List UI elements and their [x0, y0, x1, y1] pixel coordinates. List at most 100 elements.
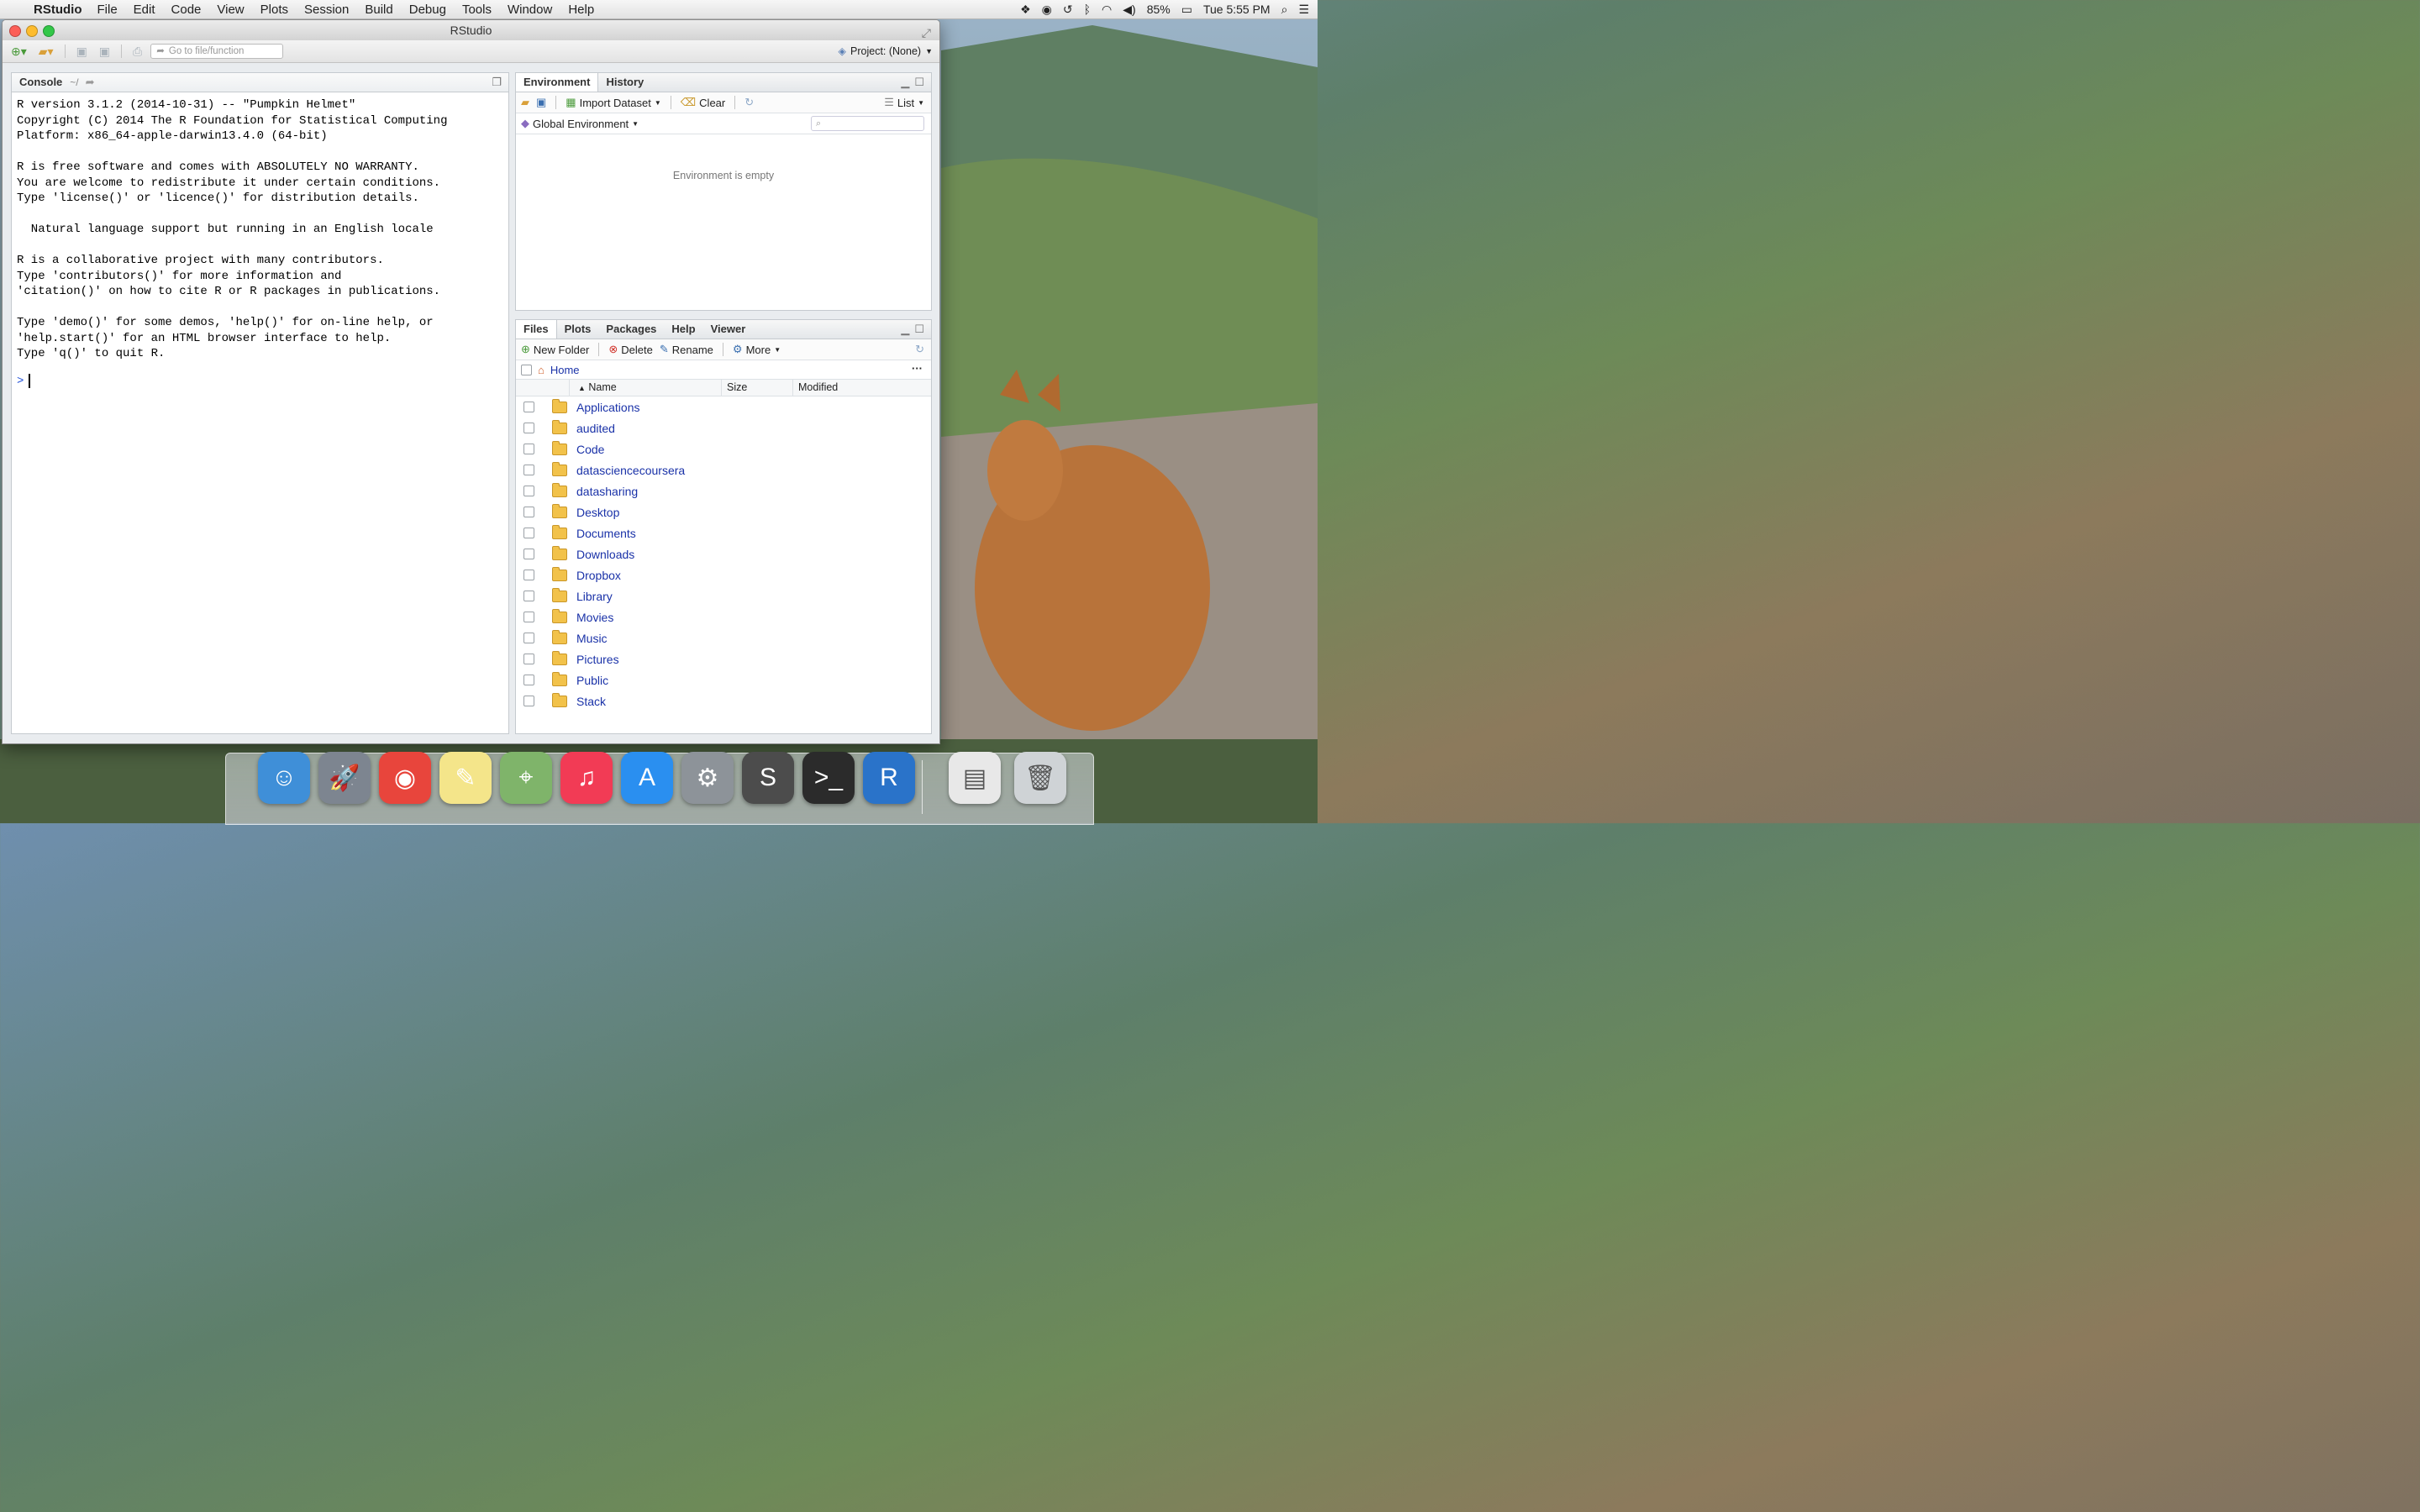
menu-view[interactable]: View: [217, 3, 244, 17]
load-workspace-icon[interactable]: ▰: [521, 96, 529, 109]
list-item[interactable]: Code: [516, 438, 931, 459]
row-checkbox[interactable]: [523, 486, 534, 496]
menubar-clock[interactable]: Tue 5:55 PM: [1203, 3, 1270, 16]
clear-button[interactable]: ⌫ Clear: [681, 96, 725, 109]
list-item[interactable]: datasharing: [516, 480, 931, 501]
downloads-stack-icon[interactable]: ▤: [949, 752, 1001, 804]
goto-directory-icon[interactable]: ➦: [86, 76, 95, 89]
view-mode-dropdown[interactable]: ☰ List ▼: [884, 96, 924, 109]
list-item[interactable]: Downloads: [516, 543, 931, 564]
volume-icon[interactable]: ◀): [1123, 3, 1135, 17]
go-to-file-input[interactable]: ➦ Go to file/function: [150, 44, 284, 59]
minimize-pane-icon[interactable]: ▁: [901, 323, 909, 336]
list-item[interactable]: Music: [516, 627, 931, 648]
zoom-window-button[interactable]: [43, 25, 55, 37]
row-checkbox[interactable]: [523, 633, 534, 643]
row-checkbox[interactable]: [523, 507, 534, 517]
new-folder-button[interactable]: ⊕ New Folder: [521, 343, 589, 356]
menu-code[interactable]: Code: [171, 3, 202, 17]
itunes-icon[interactable]: ♫: [560, 752, 613, 804]
name-column-header[interactable]: ▲ Name: [570, 380, 722, 396]
row-checkbox[interactable]: [523, 423, 534, 433]
refresh-icon[interactable]: ↻: [915, 343, 924, 356]
rename-button[interactable]: ✎ Rename: [660, 343, 713, 356]
close-window-button[interactable]: [9, 25, 21, 37]
maximize-pane-icon[interactable]: ☐: [914, 323, 924, 336]
menu-window[interactable]: Window: [508, 3, 552, 17]
home-icon[interactable]: ⌂: [538, 364, 544, 376]
tab-viewer[interactable]: Viewer: [703, 320, 754, 339]
menu-help[interactable]: Help: [568, 3, 594, 17]
file-name[interactable]: Applications: [576, 401, 640, 414]
maximize-pane-icon[interactable]: ☐: [914, 76, 924, 89]
project-menu[interactable]: ◈ Project: (None) ▼: [838, 45, 933, 58]
file-name[interactable]: Desktop: [576, 506, 619, 519]
file-name[interactable]: Library: [576, 590, 613, 603]
list-item[interactable]: Pictures: [516, 648, 931, 669]
list-item[interactable]: datasciencecoursera: [516, 459, 931, 480]
menu-file[interactable]: File: [97, 3, 118, 17]
tab-environment[interactable]: Environment: [516, 73, 599, 92]
file-name[interactable]: audited: [576, 422, 615, 435]
modified-column-header[interactable]: Modified: [793, 380, 838, 396]
time-machine-icon[interactable]: ↺: [1063, 3, 1073, 17]
system-preferences-icon[interactable]: ⚙: [681, 752, 734, 804]
save-workspace-icon[interactable]: ▣: [536, 96, 546, 109]
minimize-pane-icon[interactable]: ▁: [901, 76, 909, 89]
maximize-pane-icon[interactable]: ❐: [492, 76, 502, 89]
list-item[interactable]: Desktop: [516, 501, 931, 522]
tab-history[interactable]: History: [598, 73, 651, 92]
bluetooth-icon[interactable]: ᛒ: [1084, 3, 1091, 16]
tab-files[interactable]: Files: [516, 320, 557, 339]
save-icon[interactable]: ▣: [73, 45, 91, 59]
file-name[interactable]: Music: [576, 632, 608, 645]
row-checkbox[interactable]: [523, 549, 534, 559]
launchpad-icon[interactable]: 🚀: [318, 752, 371, 804]
row-checkbox[interactable]: [523, 612, 534, 622]
menu-edit[interactable]: Edit: [134, 3, 155, 17]
file-name[interactable]: Stack: [576, 695, 606, 708]
list-item[interactable]: Public: [516, 669, 931, 690]
battery-percent[interactable]: 85%: [1147, 3, 1171, 16]
terminal-icon[interactable]: >_: [802, 752, 855, 804]
menu-session[interactable]: Session: [304, 3, 349, 17]
sublime-text-icon[interactable]: S: [742, 752, 794, 804]
wifi-icon[interactable]: ◠: [1102, 3, 1112, 17]
spotlight-search-icon[interactable]: ⌕: [1281, 3, 1288, 17]
file-name[interactable]: Downloads: [576, 548, 634, 561]
app-menu[interactable]: RStudio: [34, 3, 82, 17]
size-column-header[interactable]: Size: [722, 380, 793, 396]
battery-icon[interactable]: ▭: [1181, 3, 1192, 17]
file-name[interactable]: Public: [576, 674, 608, 687]
file-name[interactable]: datasciencecoursera: [576, 464, 685, 477]
list-item[interactable]: audited: [516, 417, 931, 438]
list-item[interactable]: Dropbox: [516, 564, 931, 585]
file-name[interactable]: Code: [576, 443, 604, 456]
dropbox-icon[interactable]: ❖: [1020, 3, 1031, 17]
new-file-icon[interactable]: ⊕▾: [8, 45, 30, 59]
app-store-icon[interactable]: A: [621, 752, 673, 804]
chrome-icon[interactable]: ◉: [379, 752, 431, 804]
tab-packages[interactable]: Packages: [598, 320, 664, 339]
minimize-window-button[interactable]: [26, 25, 38, 37]
row-checkbox[interactable]: [523, 528, 534, 538]
refresh-icon[interactable]: ↻: [744, 96, 754, 109]
more-options-icon[interactable]: ···: [912, 362, 923, 375]
select-all-checkbox[interactable]: [521, 364, 532, 375]
window-titlebar[interactable]: RStudio ⤢: [3, 20, 939, 40]
file-name[interactable]: Dropbox: [576, 569, 621, 582]
file-name[interactable]: datasharing: [576, 485, 638, 498]
row-checkbox[interactable]: [523, 591, 534, 601]
row-checkbox[interactable]: [523, 444, 534, 454]
trash-icon[interactable]: 🗑: [1014, 752, 1066, 804]
list-item[interactable]: Stack: [516, 690, 931, 711]
list-item[interactable]: Movies: [516, 606, 931, 627]
row-checkbox[interactable]: [523, 402, 534, 412]
row-checkbox[interactable]: [523, 696, 534, 706]
environment-search-input[interactable]: ⌕: [811, 116, 924, 131]
environment-scope-dropdown[interactable]: ◆ Global Environment ▼: [521, 117, 639, 130]
file-name[interactable]: Pictures: [576, 653, 619, 666]
status-circle-icon[interactable]: ◉: [1042, 3, 1052, 17]
maps-icon[interactable]: ⌖: [500, 752, 552, 804]
list-item[interactable]: Documents: [516, 522, 931, 543]
